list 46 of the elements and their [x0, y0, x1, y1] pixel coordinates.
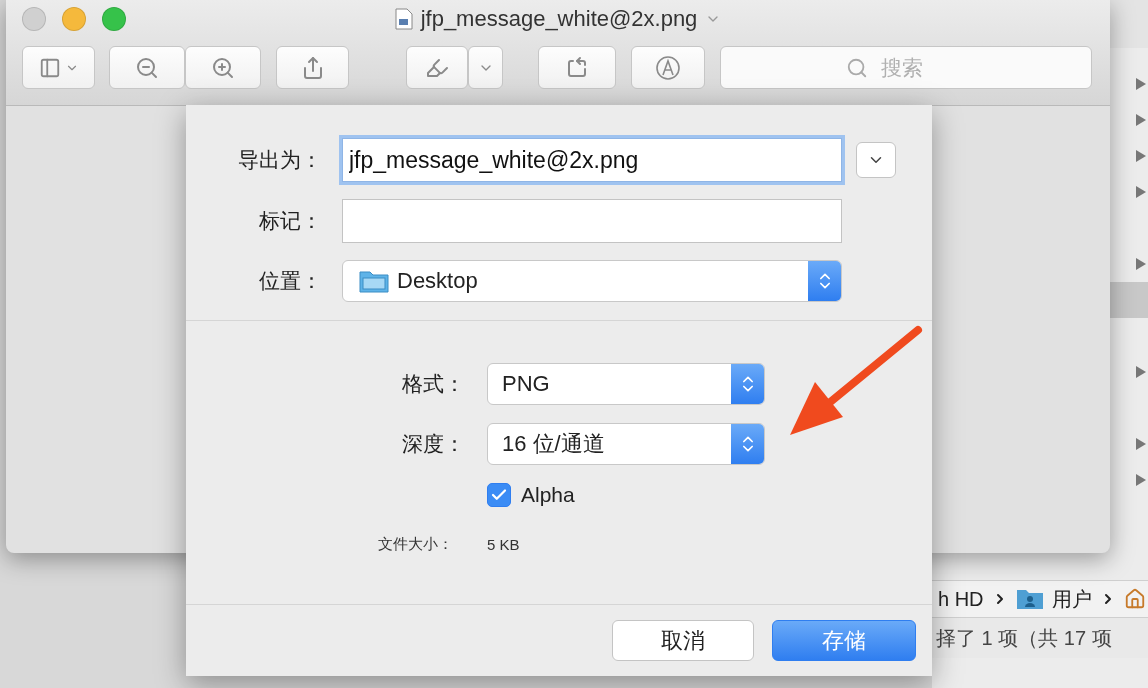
disclosure-triangle-icon[interactable]	[1136, 474, 1146, 486]
share-button[interactable]	[276, 46, 349, 89]
rotate-icon	[565, 55, 589, 80]
zoom-out-button[interactable]	[109, 46, 185, 89]
markup-button[interactable]	[406, 46, 468, 89]
field-label: 位置：	[259, 268, 322, 294]
disclosure-triangle-icon[interactable]	[1136, 258, 1146, 270]
disclosure-triangle-icon[interactable]	[1136, 150, 1146, 162]
zoom-in-icon	[211, 55, 235, 80]
zoom-out-icon	[135, 55, 159, 80]
info-label: 文件大小：	[378, 535, 453, 554]
checkbox[interactable]	[487, 483, 511, 507]
disclosure-triangle-icon[interactable]	[1136, 186, 1146, 198]
sidebar-button[interactable]	[22, 46, 95, 89]
location-popup[interactable]: Desktop	[342, 260, 842, 302]
sidebar-icon	[38, 56, 61, 79]
zoom-in-button[interactable]	[185, 46, 261, 89]
path-item[interactable]: h HD	[938, 587, 984, 611]
search-icon	[846, 57, 868, 79]
input-field[interactable]: jfp_message_white@2x.png	[342, 138, 842, 182]
window-title: jfp_message_white@2x.png	[420, 6, 698, 32]
checkbox-label: Alpha	[521, 483, 575, 507]
info-value: 5 KB	[487, 536, 521, 553]
annotate-button[interactable]	[631, 46, 705, 89]
disclosure-triangle-icon[interactable]	[1136, 438, 1146, 450]
folder-icon	[359, 269, 389, 293]
disclosure-triangle-icon[interactable]	[1136, 114, 1146, 126]
field-label: 标记：	[259, 208, 322, 234]
option-label: 深度：	[402, 431, 465, 457]
annotate-icon	[655, 54, 681, 81]
disclosure-triangle-icon[interactable]	[1136, 366, 1146, 378]
zoom-button[interactable]	[102, 7, 126, 31]
field-label: 导出为：	[238, 147, 322, 173]
home-icon	[1123, 588, 1146, 610]
input-field[interactable]	[342, 199, 842, 243]
popup-menu[interactable]: PNG	[487, 363, 765, 405]
user-folder-icon	[1015, 588, 1044, 610]
cancel-button[interactable]: 取消	[612, 620, 754, 661]
search-field[interactable]: 搜索	[720, 46, 1092, 89]
path-item[interactable]: 用户	[1051, 585, 1092, 613]
rotate-button[interactable]	[538, 46, 616, 89]
option-label: 格式：	[402, 371, 465, 397]
disclosure-triangle-icon[interactable]	[1136, 78, 1146, 90]
status-text: 择了 1 项（共 17 项	[936, 625, 1112, 651]
popup-menu[interactable]: 16 位/通道	[487, 423, 765, 465]
document-icon	[394, 8, 413, 30]
